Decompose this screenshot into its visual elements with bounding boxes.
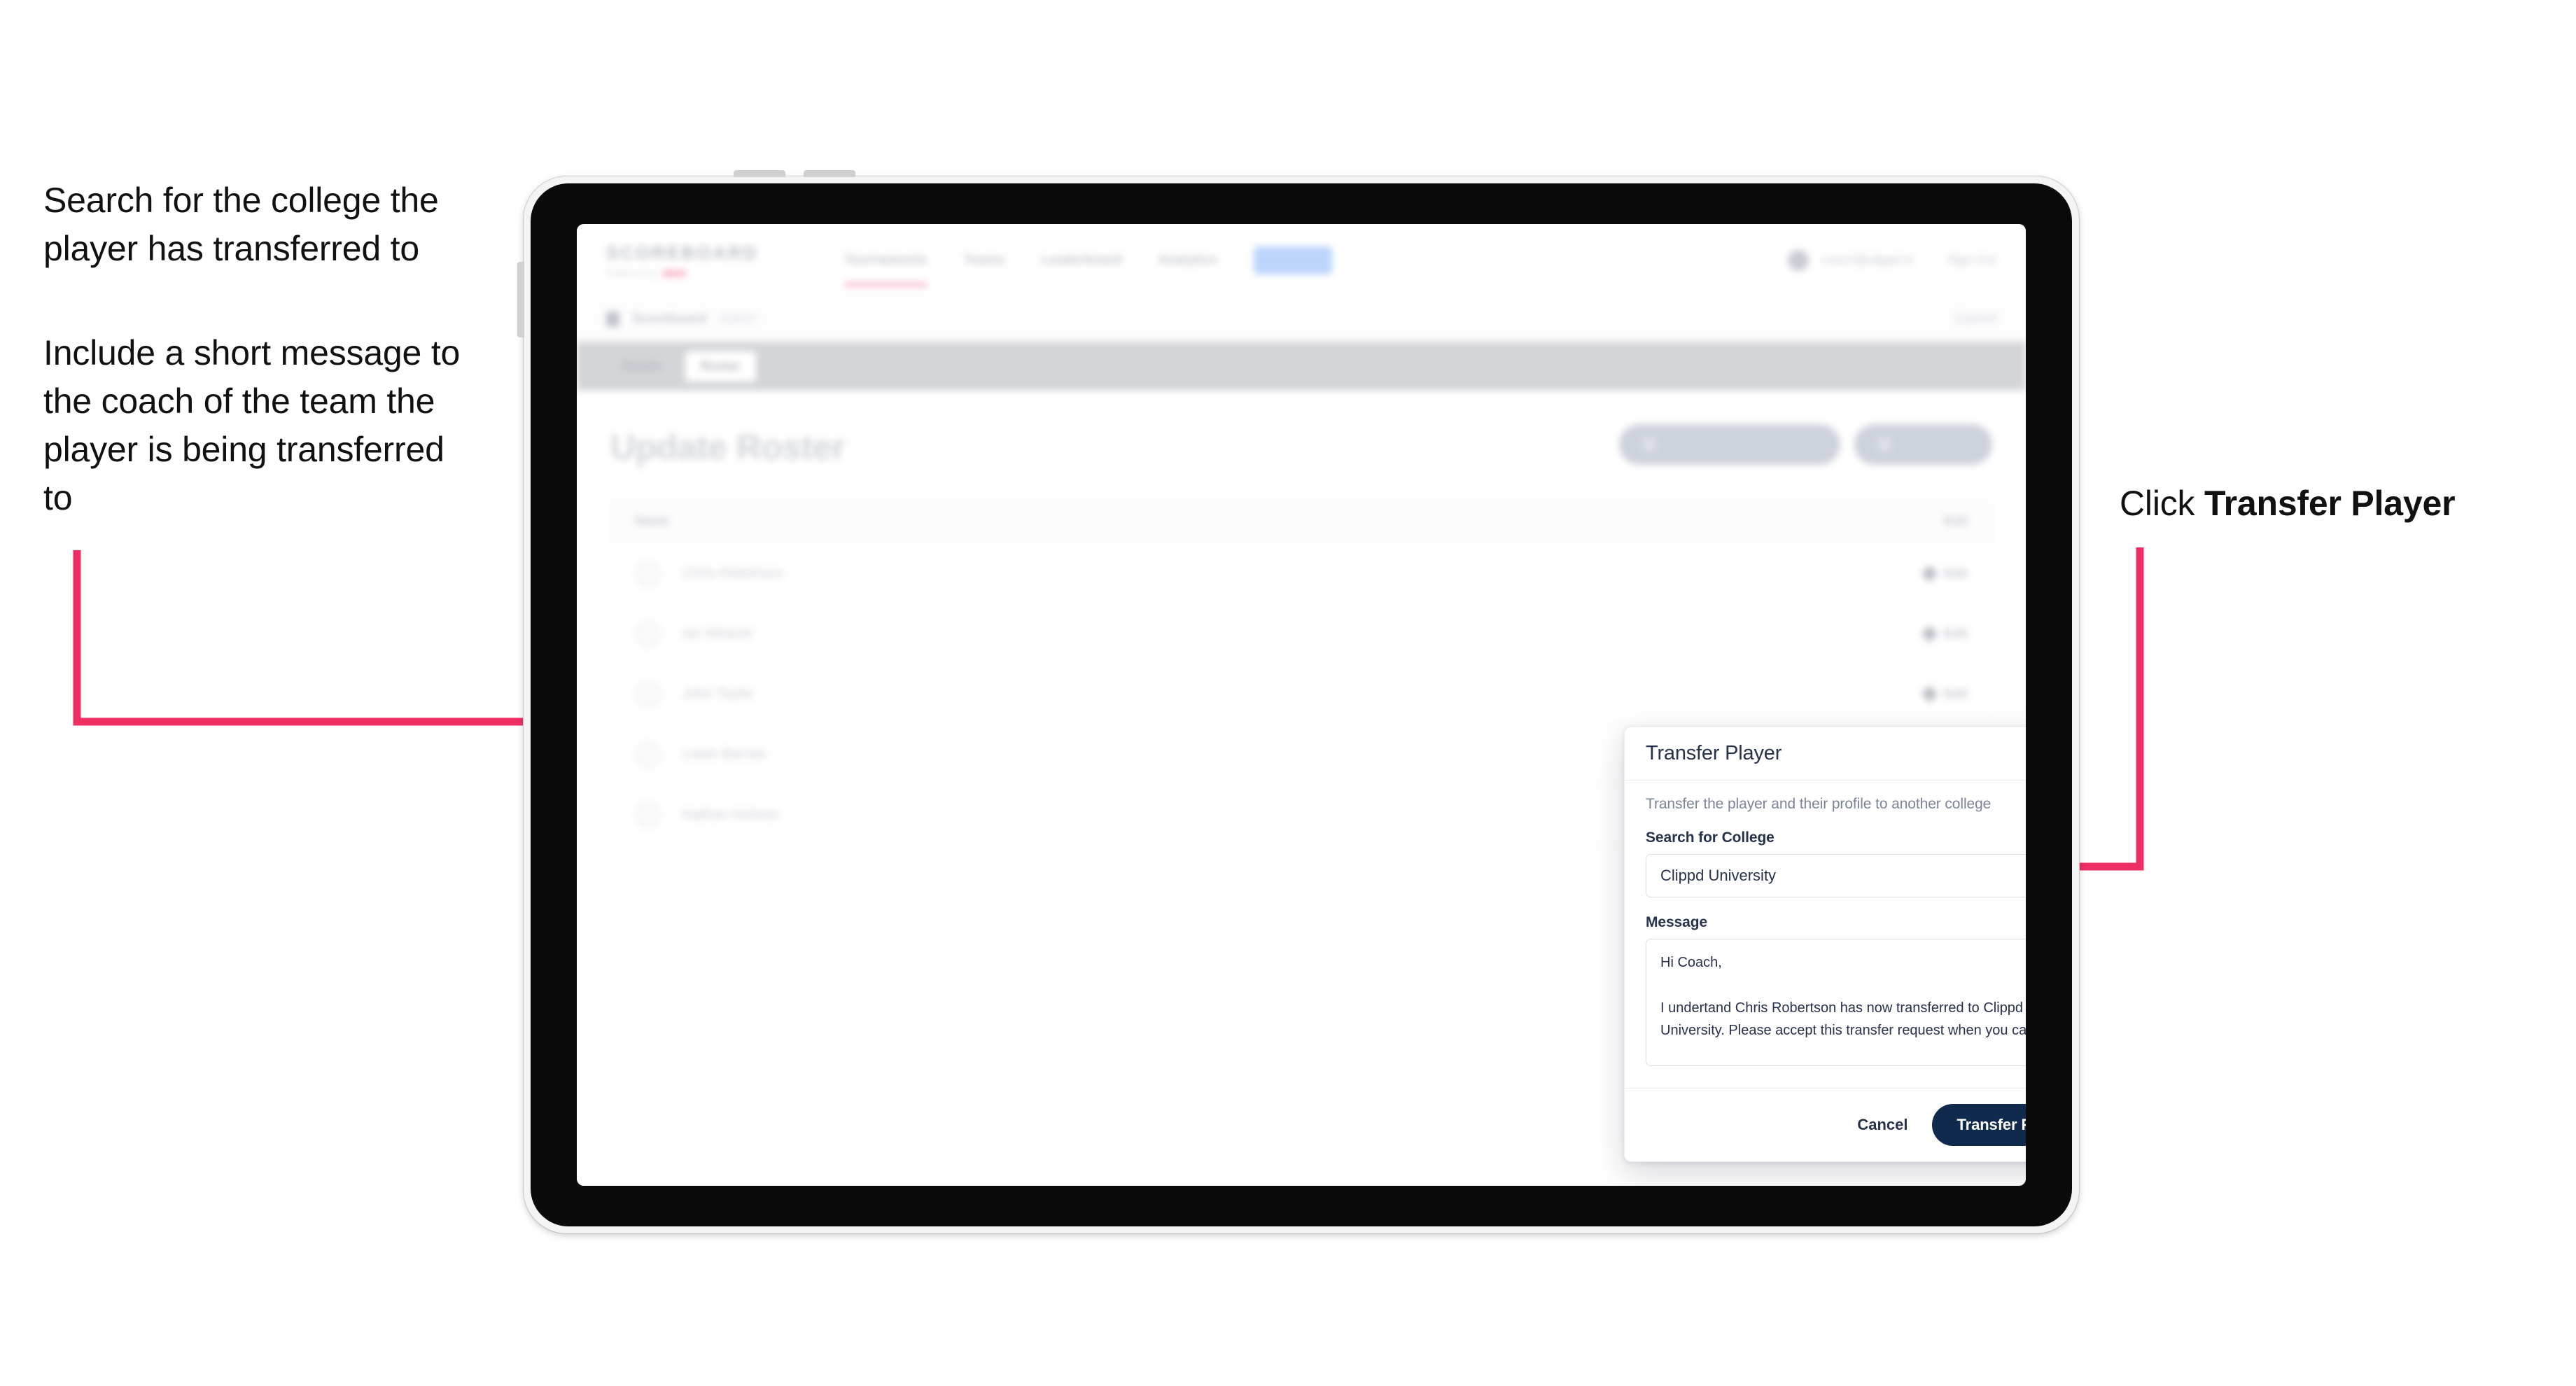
pencil-icon xyxy=(1921,625,1938,643)
message-label: Message xyxy=(1646,914,1708,930)
dialog-body: Transfer the player and their profile to… xyxy=(1625,780,2026,1088)
annotation-click-prefix: Click xyxy=(2120,484,2205,523)
user-email: coach@clippd.io xyxy=(1821,253,1914,267)
tablet-screen: SCOREBOARD Powered by Tournaments Teams … xyxy=(577,224,2026,1186)
search-college-label: Search for College xyxy=(1646,830,1774,846)
brand-badge-icon xyxy=(662,270,687,276)
message-textarea[interactable] xyxy=(1646,939,2026,1066)
add-player-button[interactable]: Add Player xyxy=(1854,424,1992,465)
cancel-button[interactable]: Cancel xyxy=(1854,1112,1910,1138)
pencil-icon xyxy=(1921,685,1938,703)
nav-item-tournaments[interactable]: Tournaments xyxy=(844,253,927,286)
table-row[interactable]: Chris Robertson Edit xyxy=(611,544,1991,604)
request-player-transfer-label: Request Player Transfer xyxy=(1664,437,1816,451)
header-right: coach@clippd.io Sign Out xyxy=(1787,249,1996,271)
add-player-label: Add Player xyxy=(1898,437,1968,451)
annotation-include-message: Include a short message to the coach of … xyxy=(43,333,461,517)
nav-item-analytics[interactable]: Analytics xyxy=(1158,253,1217,268)
breadcrumb-cancel-link[interactable]: Cancel xyxy=(1955,312,1996,327)
power-button[interactable] xyxy=(517,262,524,337)
search-college-input[interactable] xyxy=(1646,854,2026,897)
nav-item-roster[interactable]: Roster xyxy=(1254,246,1333,274)
dialog-header: Transfer Player xyxy=(1625,727,2026,780)
table-row[interactable]: John Taylor Edit xyxy=(611,664,1991,724)
edit-player-link[interactable]: Edit xyxy=(1921,685,1968,703)
dialog-footer: Cancel Transfer Player xyxy=(1625,1088,2026,1161)
avatar[interactable] xyxy=(1787,249,1809,271)
volume-up-button[interactable] xyxy=(734,170,785,177)
building-icon xyxy=(606,311,620,327)
field-spacer xyxy=(1646,897,2026,914)
column-header-name: Name xyxy=(635,514,670,528)
column-header-edit: Edit xyxy=(1944,514,1968,528)
brand-logo[interactable]: SCOREBOARD Powered by xyxy=(606,242,759,278)
player-name: Nathan Holmes xyxy=(682,806,779,822)
breadcrumb: Scoreboard Admin Cancel xyxy=(577,297,2026,342)
transfer-icon xyxy=(1643,438,1656,451)
edit-label: Edit xyxy=(1944,566,1968,580)
tab-details[interactable]: Details xyxy=(606,351,678,382)
annotation-search-college: Search for the college the player has tr… xyxy=(43,181,439,268)
edit-label: Edit xyxy=(1944,626,1968,640)
screenshot-stage: Search for the college the player has tr… xyxy=(0,0,2576,1386)
breadcrumb-secondary: Admin xyxy=(718,311,757,326)
avatar xyxy=(635,620,662,648)
main-nav: Tournaments Teams Leaderboard Analytics … xyxy=(844,246,1333,286)
avatar xyxy=(635,802,662,828)
nav-item-teams[interactable]: Teams xyxy=(964,253,1005,268)
transfer-player-dialog: Transfer Player Transfer the player and … xyxy=(1624,727,2026,1162)
avatar xyxy=(635,680,662,708)
app-header: SCOREBOARD Powered by Tournaments Teams … xyxy=(577,224,2026,297)
plus-icon xyxy=(1877,438,1891,451)
transfer-player-button[interactable]: Transfer Player xyxy=(1931,1104,2026,1146)
annotation-click-transfer: Click Transfer Player xyxy=(2120,479,2554,528)
player-name: John Taylor xyxy=(682,686,754,701)
sign-out-link[interactable]: Sign Out xyxy=(1947,253,1996,267)
dialog-title: Transfer Player xyxy=(1646,742,1782,764)
edit-player-link[interactable]: Edit xyxy=(1921,625,1968,643)
avatar xyxy=(635,560,662,587)
brand-subtitle-text: Powered by xyxy=(606,268,658,278)
roster-table-header: Name Edit xyxy=(611,499,1991,544)
tab-bar: Details Roster xyxy=(577,342,2026,391)
brand-subtitle: Powered by xyxy=(606,268,759,278)
breadcrumb-primary[interactable]: Scoreboard xyxy=(632,312,706,327)
volume-down-button[interactable] xyxy=(804,170,855,177)
table-row[interactable]: Ian Weaver Edit xyxy=(611,604,1991,664)
annotation-click-bold: Transfer Player xyxy=(2204,484,2456,523)
tab-roster[interactable]: Roster xyxy=(685,351,757,382)
player-name: Chris Robertson xyxy=(682,566,784,581)
avatar xyxy=(635,741,662,768)
player-name: Ian Weaver xyxy=(682,626,754,641)
edit-label: Edit xyxy=(1944,687,1968,701)
dialog-description: Transfer the player and their profile to… xyxy=(1646,796,1991,812)
pencil-icon xyxy=(1921,565,1938,582)
brand-wordmark: SCOREBOARD xyxy=(606,242,759,263)
edit-player-link[interactable]: Edit xyxy=(1921,565,1968,582)
page-actions: Request Player Transfer Add Player xyxy=(1619,424,1992,465)
player-name: Lewis Barnes xyxy=(682,746,767,762)
request-player-transfer-button[interactable]: Request Player Transfer xyxy=(1619,424,1840,465)
nav-item-leaderboard[interactable]: Leaderboard xyxy=(1042,253,1122,268)
